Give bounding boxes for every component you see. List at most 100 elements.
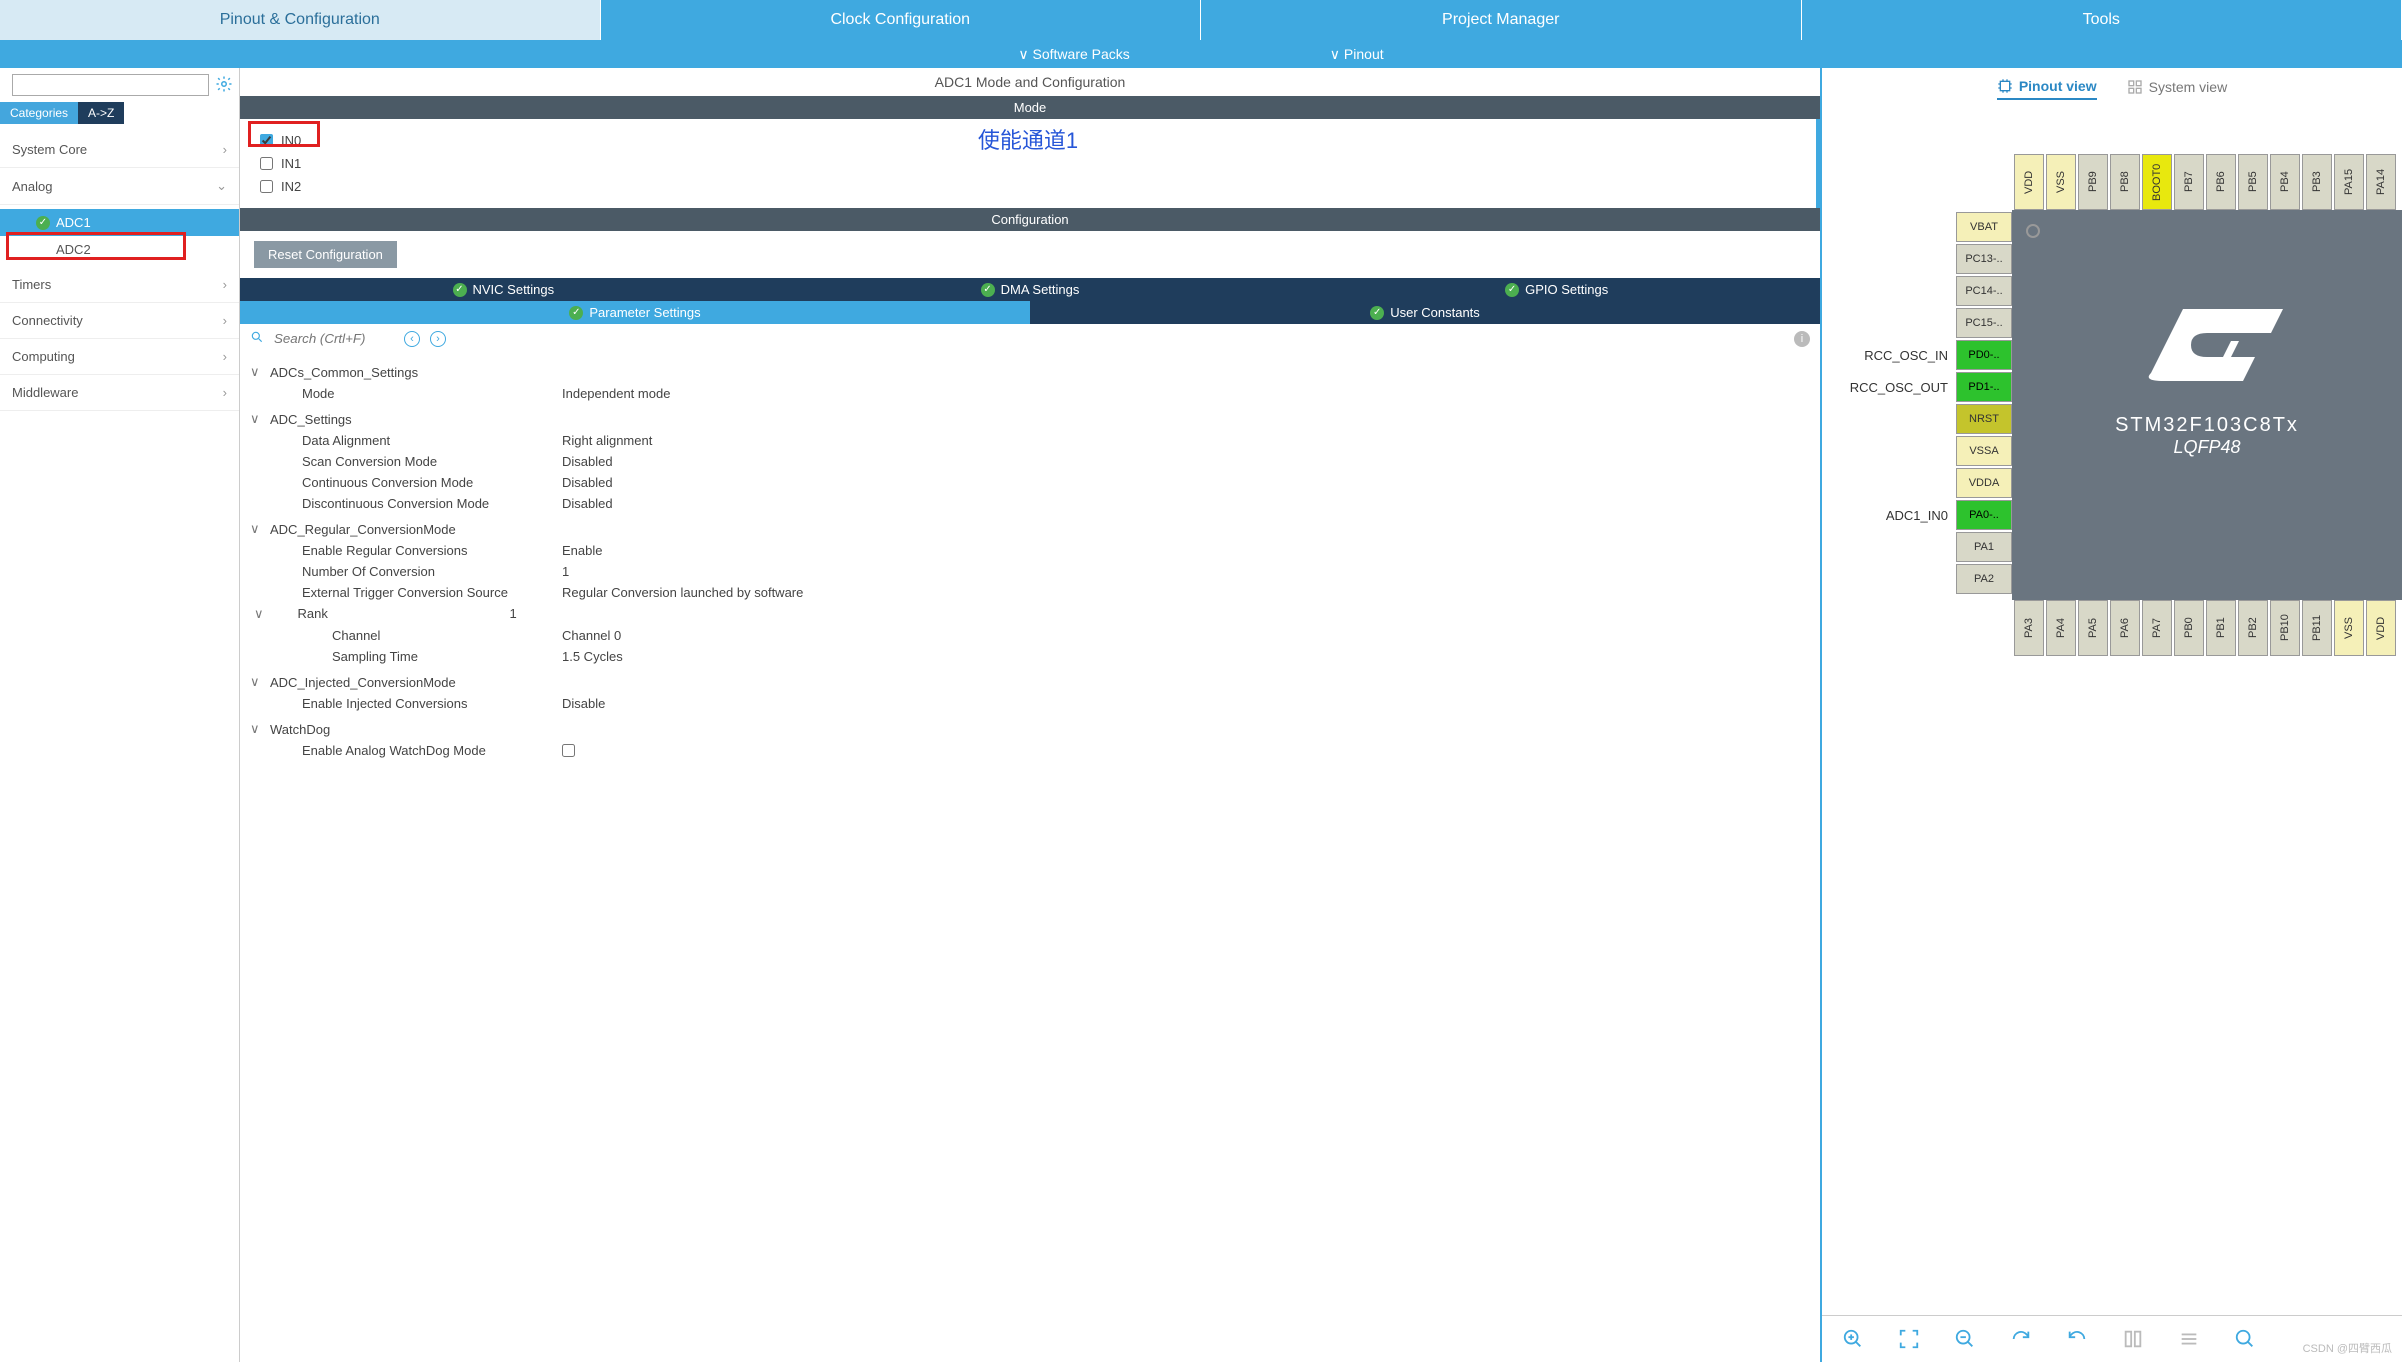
pin-PA15[interactable]: PA15 xyxy=(2334,154,2364,210)
param-sampling-value[interactable]: 1.5 Cycles xyxy=(562,649,623,664)
pin-PA4[interactable]: PA4 xyxy=(2046,600,2076,656)
category-middleware[interactable]: Middleware› xyxy=(0,375,239,411)
pin-PB5[interactable]: PB5 xyxy=(2238,154,2268,210)
category-timers[interactable]: Timers› xyxy=(0,267,239,303)
pin-PB6[interactable]: PB6 xyxy=(2206,154,2236,210)
chevron-right-icon: › xyxy=(223,277,227,292)
param-scan-value[interactable]: Disabled xyxy=(562,454,613,469)
tab-user-constants[interactable]: ✓User Constants xyxy=(1030,301,1820,324)
pin-PA0[interactable]: PA0-.. xyxy=(1956,500,2012,530)
pin-PC13[interactable]: PC13-.. xyxy=(1956,244,2012,274)
search-prev-button[interactable]: ‹ xyxy=(404,331,420,347)
pin-PA2[interactable]: PA2 xyxy=(1956,564,2012,594)
tab-pinout-view[interactable]: Pinout view xyxy=(1997,78,2097,100)
tab-pinout-config[interactable]: Pinout & Configuration xyxy=(0,0,601,40)
category-panel: Categories A->Z System Core› Analog⌄ ✓AD… xyxy=(0,68,240,1362)
pin-PB8[interactable]: PB8 xyxy=(2110,154,2140,210)
parameter-search-input[interactable] xyxy=(274,331,394,346)
search-next-button[interactable]: › xyxy=(430,331,446,347)
rotate-cw-icon[interactable] xyxy=(2010,1328,2032,1350)
reset-configuration-button[interactable]: Reset Configuration xyxy=(254,241,397,268)
pin-PB10[interactable]: PB10 xyxy=(2270,600,2300,656)
pin-VSS[interactable]: VSS xyxy=(2334,600,2364,656)
param-rank-label[interactable]: Rank xyxy=(298,606,510,622)
category-system-core[interactable]: System Core› xyxy=(0,132,239,168)
param-data-alignment-value[interactable]: Right alignment xyxy=(562,433,652,448)
config-title: ADC1 Mode and Configuration xyxy=(240,68,1820,96)
tab-nvic-settings[interactable]: ✓NVIC Settings xyxy=(240,278,767,301)
pin-PA1[interactable]: PA1 xyxy=(1956,532,2012,562)
tab-az[interactable]: A->Z xyxy=(78,102,124,124)
tab-gpio-settings[interactable]: ✓GPIO Settings xyxy=(1293,278,1820,301)
param-number-conversion-value[interactable]: 1 xyxy=(562,564,569,579)
category-search-input[interactable] xyxy=(17,78,204,93)
pin-PC15[interactable]: PC15-.. xyxy=(1956,308,2012,338)
checkbox-in1[interactable] xyxy=(260,157,273,170)
param-enable-regular-value[interactable]: Enable xyxy=(562,543,602,558)
param-rank-value[interactable]: 1 xyxy=(510,606,517,622)
zoom-out-icon[interactable] xyxy=(1954,1328,1976,1350)
tab-project-manager[interactable]: Project Manager xyxy=(1201,0,1802,40)
param-discontinuous-value[interactable]: Disabled xyxy=(562,496,613,511)
pin-PC14[interactable]: PC14-.. xyxy=(1956,276,2012,306)
pin-NRST[interactable]: NRST xyxy=(1956,404,2012,434)
tab-clock-config[interactable]: Clock Configuration xyxy=(601,0,1202,40)
pin-BOOT0[interactable]: BOOT0 xyxy=(2142,154,2172,210)
checkbox-in2[interactable] xyxy=(260,180,273,193)
param-mode-value[interactable]: Independent mode xyxy=(562,386,670,401)
group-adc-regular[interactable]: ADC_Regular_ConversionMode xyxy=(250,518,1810,540)
pin-VDD[interactable]: VDD xyxy=(2014,154,2044,210)
pin-PB4[interactable]: PB4 xyxy=(2270,154,2300,210)
checkbox-in0[interactable] xyxy=(260,134,273,147)
tab-tools[interactable]: Tools xyxy=(1802,0,2402,40)
pin-VSSA[interactable]: VSSA xyxy=(1956,436,2012,466)
pin-PB1[interactable]: PB1 xyxy=(2206,600,2236,656)
param-channel-value[interactable]: Channel 0 xyxy=(562,628,621,643)
list-icon[interactable] xyxy=(2178,1328,2200,1350)
fit-icon[interactable] xyxy=(1898,1328,1920,1350)
checkbox-watchdog[interactable] xyxy=(562,743,575,758)
category-analog[interactable]: Analog⌄ xyxy=(0,168,239,205)
pin-PB7[interactable]: PB7 xyxy=(2174,154,2204,210)
pin-PA3[interactable]: PA3 xyxy=(2014,600,2044,656)
pin-PB11[interactable]: PB11 xyxy=(2302,600,2332,656)
param-enable-injected-value[interactable]: Disable xyxy=(562,696,605,711)
tab-dma-settings[interactable]: ✓DMA Settings xyxy=(767,278,1294,301)
search-icon[interactable] xyxy=(2234,1328,2256,1350)
pin-PA6[interactable]: PA6 xyxy=(2110,600,2140,656)
pin-PD0[interactable]: PD0-.. xyxy=(1956,340,2012,370)
pin-VSS[interactable]: VSS xyxy=(2046,154,2076,210)
param-continuous-value[interactable]: Disabled xyxy=(562,475,613,490)
zoom-in-icon[interactable] xyxy=(1842,1328,1864,1350)
software-packs-dropdown[interactable]: Software Packs xyxy=(1018,46,1129,63)
pin-PB0[interactable]: PB0 xyxy=(2174,600,2204,656)
group-adc-injected[interactable]: ADC_Injected_ConversionMode xyxy=(250,671,1810,693)
gear-icon[interactable] xyxy=(215,75,233,96)
peripheral-adc1[interactable]: ✓ADC1 xyxy=(0,209,239,236)
pin-VDDA[interactable]: VDDA xyxy=(1956,468,2012,498)
pin-PA14[interactable]: PA14 xyxy=(2366,154,2396,210)
pin-PB3[interactable]: PB3 xyxy=(2302,154,2332,210)
pin-PA7[interactable]: PA7 xyxy=(2142,600,2172,656)
tab-parameter-settings[interactable]: ✓Parameter Settings xyxy=(240,301,1030,324)
rotate-ccw-icon[interactable] xyxy=(2066,1328,2088,1350)
pinout-dropdown[interactable]: Pinout xyxy=(1330,46,1384,63)
layers-icon[interactable] xyxy=(2122,1328,2144,1350)
param-trigger-value[interactable]: Regular Conversion launched by software xyxy=(562,585,803,600)
group-adc-settings[interactable]: ADC_Settings xyxy=(250,408,1810,430)
chip-package[interactable]: STM32F103C8Tx LQFP48 xyxy=(2012,210,2402,600)
pin-PB2[interactable]: PB2 xyxy=(2238,600,2268,656)
pin-PA5[interactable]: PA5 xyxy=(2078,600,2108,656)
tab-categories[interactable]: Categories xyxy=(0,102,78,124)
pin-VBAT[interactable]: VBAT xyxy=(1956,212,2012,242)
group-watchdog[interactable]: WatchDog xyxy=(250,718,1810,740)
peripheral-adc2[interactable]: ADC2 xyxy=(0,236,239,263)
info-icon[interactable]: i xyxy=(1794,331,1810,347)
pin-VDD[interactable]: VDD xyxy=(2366,600,2396,656)
pin-PD1[interactable]: PD1-.. xyxy=(1956,372,2012,402)
category-computing[interactable]: Computing› xyxy=(0,339,239,375)
tab-system-view[interactable]: System view xyxy=(2127,78,2228,100)
category-connectivity[interactable]: Connectivity› xyxy=(0,303,239,339)
pin-PB9[interactable]: PB9 xyxy=(2078,154,2108,210)
group-adcs-common[interactable]: ADCs_Common_Settings xyxy=(250,361,1810,383)
